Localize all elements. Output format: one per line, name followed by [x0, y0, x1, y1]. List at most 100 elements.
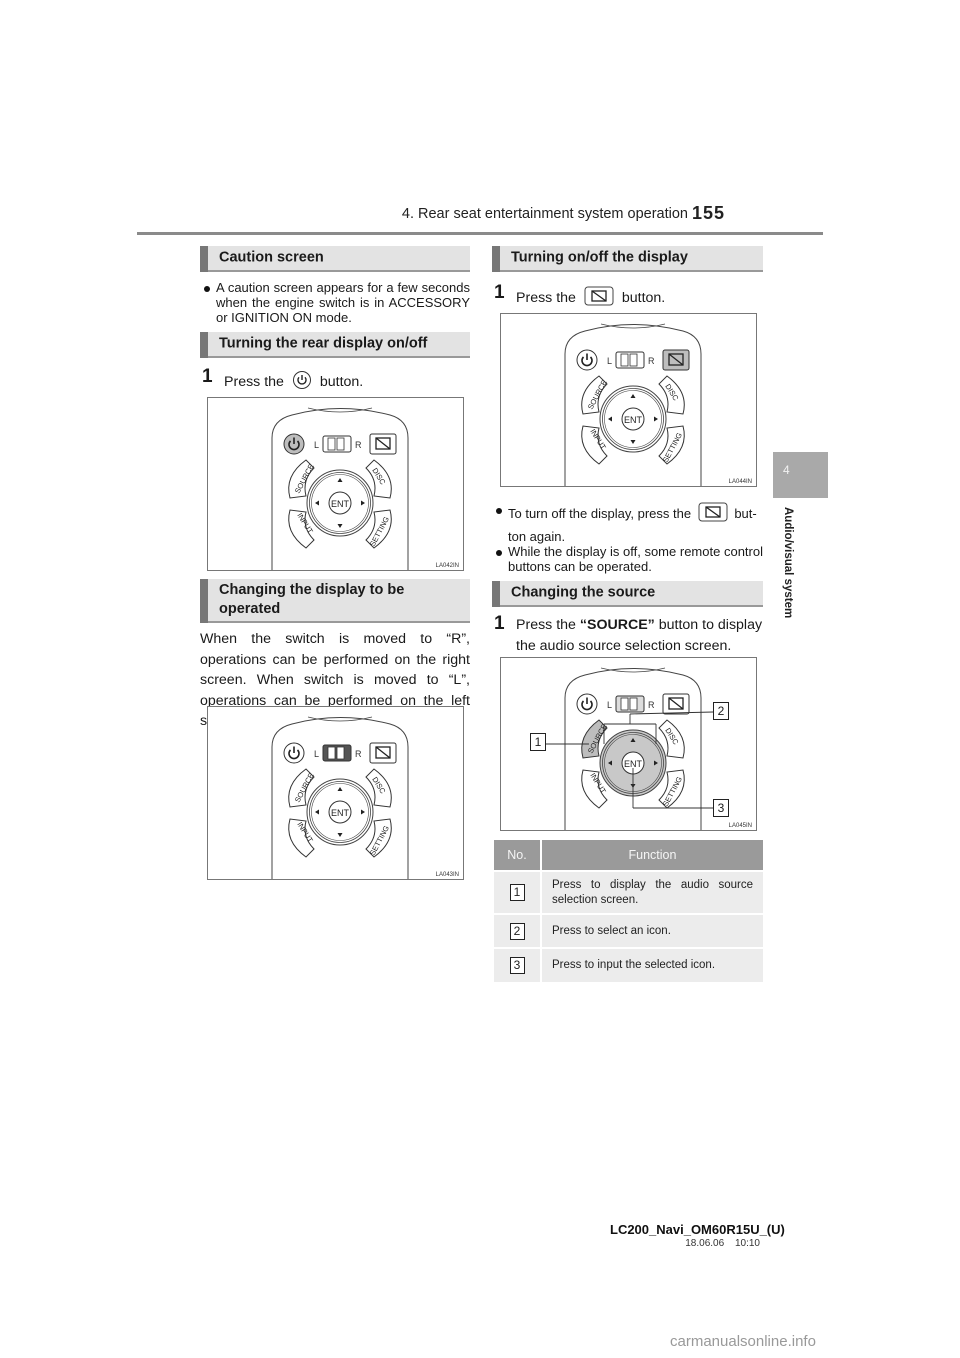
footer-timestamp: 18.06.06 10:10 [640, 1238, 760, 1249]
figure-code: LA044IN [728, 479, 752, 485]
step-number: 1 [494, 613, 505, 634]
section-heading-rear-display: Turning the rear display on/off [200, 332, 470, 358]
step-text-before: Press the [516, 617, 576, 633]
footer-time: 10:10 [734, 1238, 760, 1249]
bullet-text-after: but- [734, 505, 757, 521]
figure-code: LA042IN [435, 563, 459, 569]
switch-label-left: L [607, 700, 612, 710]
column-header-no: No. [494, 840, 542, 871]
power-button [576, 349, 598, 371]
dpad: ENT [306, 469, 374, 537]
lr-switch [322, 435, 352, 453]
callout-1: 1 [530, 733, 546, 751]
remote-figure-display: L R ENT SOURCE DISC INPUT SETTING LA044I… [500, 313, 757, 487]
chapter-side-label: Audio/visual system [778, 507, 798, 627]
heading-line-2: operated [219, 601, 281, 617]
header-rule [137, 232, 823, 235]
step-text: Press the button. [224, 370, 363, 394]
section-heading-text: Turning the rear display on/off [219, 335, 428, 352]
remote-figure-switch: L R ENT SOURCE DISC INPUT SETTING LA043I… [207, 706, 464, 880]
table-row: 3 Press to input the selected icon. [494, 947, 763, 982]
switch-label-left: L [314, 440, 319, 450]
callout-2: 2 [713, 702, 729, 720]
footer-model: LC200_Navi_OM60R15U_(U) [610, 1222, 785, 1237]
row-function-cell: Press to select an icon. [541, 913, 763, 948]
caution-bullet-text: A caution screen appears for a few secon… [216, 280, 470, 325]
svg-text:ENT: ENT [331, 499, 350, 509]
chapter-tab [773, 452, 828, 498]
step-text-after: button to display [658, 617, 763, 633]
switch-label-right: R [648, 700, 655, 710]
section-heading-caution-screen: Caution screen [200, 246, 470, 272]
bullet-icon [204, 286, 210, 292]
lr-switch [322, 744, 352, 762]
display-off-button [369, 742, 397, 764]
table-row: 2 Press to select an icon. [494, 913, 763, 948]
table-row: 1 Press to display the audio source sele… [494, 870, 763, 914]
dpad: ENT [306, 778, 374, 846]
row-function-cell: Press to input the selected icon. [541, 947, 763, 982]
row-number-cell: 3 [494, 947, 542, 982]
section-heading-display-onoff: Turning on/off the display [492, 246, 763, 272]
section-heading-change-source: Changing the source [492, 581, 763, 607]
svg-text:ENT: ENT [624, 415, 643, 425]
page-number: 155 [692, 203, 726, 223]
figure-code: LA043IN [435, 872, 459, 878]
chapter-side-label-text: Audio/visual system [782, 507, 794, 619]
switch-label-right: R [355, 440, 362, 450]
footer-date: 18.06.06 [685, 1238, 725, 1249]
display-off-icon [584, 286, 614, 310]
bullet-icon [496, 550, 502, 556]
row-number-cell: 1 [494, 870, 542, 914]
display-off-icon [698, 502, 728, 527]
column-header-function: Function [541, 840, 763, 871]
row-function-cell: Press to display the audio source select… [541, 870, 763, 914]
section-heading-text: Caution screen [219, 249, 324, 266]
power-button [283, 433, 305, 455]
dpad: ENT [599, 385, 667, 453]
step-text-before: Press the [516, 289, 576, 306]
svg-text:ENT: ENT [331, 808, 350, 818]
remote-figure-power: L R ENT SOURCE DISC INPUT SETTING LA042I… [207, 397, 464, 571]
power-icon [292, 370, 312, 394]
heading-line-1: Changing the display to be [219, 582, 405, 598]
step-text-after: button. [319, 373, 364, 390]
switch-label-left: L [314, 749, 319, 759]
lr-switch [615, 695, 645, 713]
section-heading-text: Changing the display to be operated [219, 581, 404, 619]
number-box: 2 [509, 922, 525, 940]
callout-3: 3 [713, 799, 729, 817]
step-text-after: button. [621, 289, 666, 306]
step-number: 1 [202, 366, 213, 387]
svg-text:ENT: ENT [624, 759, 643, 769]
section-heading-change-display: Changing the display to be operated [200, 579, 470, 623]
section-heading-text: Turning on/off the display [511, 249, 688, 266]
step-text-line2: the audio source selection screen. [516, 638, 732, 654]
bullet-text-before: To turn off the display, press the [508, 505, 692, 521]
function-table: No. Function 1 Press to display the audi… [494, 840, 763, 982]
chapter-tab-number: 4 [783, 463, 790, 477]
row-number-cell: 2 [494, 913, 542, 948]
section-heading-text: Changing the source [511, 584, 656, 601]
step-number: 1 [494, 282, 505, 303]
display-bullet-1: To turn off the display, press the but- … [508, 502, 763, 546]
power-button [283, 742, 305, 764]
switch-label-right: R [355, 749, 362, 759]
figure-code: LA045IN [728, 823, 752, 829]
lr-switch [615, 351, 645, 369]
step-text: Press the “SOURCE” button to display the… [516, 615, 766, 657]
step-text-bold: “SOURCE” [579, 617, 655, 633]
step-text: Press the button. [516, 286, 665, 310]
power-button [576, 693, 598, 715]
number-box: 3 [509, 957, 525, 974]
switch-label-right: R [648, 356, 655, 366]
display-off-button [662, 693, 690, 715]
bullet-text-line2: ton again. [508, 529, 566, 544]
watermark[interactable]: carmanualsonline.info [670, 1333, 816, 1350]
table-header-row: No. Function [494, 840, 763, 871]
step-text-before: Press the [224, 373, 284, 390]
number-box: 1 [509, 884, 525, 901]
chapter-title: 4. Rear seat entertainment system operat… [401, 206, 688, 222]
display-off-button [662, 349, 690, 371]
switch-label-left: L [607, 356, 612, 366]
